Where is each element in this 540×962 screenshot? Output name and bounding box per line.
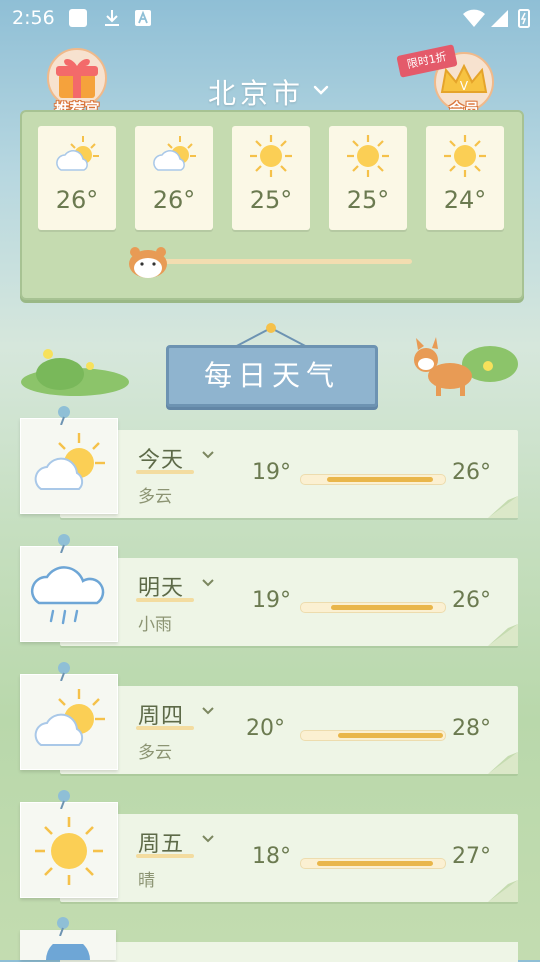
- hourly-temp: 25°: [249, 186, 293, 214]
- day-card: [60, 686, 518, 774]
- chevron-down-icon[interactable]: [202, 450, 214, 459]
- temp-range-fill: [338, 733, 443, 738]
- day-low-temp: 19°: [252, 460, 291, 485]
- chevron-down-icon[interactable]: [313, 84, 329, 96]
- day-row[interactable]: 明天 小雨 19° 26°: [20, 534, 518, 646]
- cellular-signal-icon: [490, 8, 510, 28]
- day-icon-frame: [20, 406, 118, 514]
- day-icon-frame: [20, 662, 118, 770]
- rain-cloud-icon: [46, 944, 90, 960]
- hourly-scroll-track[interactable]: [150, 259, 412, 264]
- chevron-down-icon[interactable]: [202, 706, 214, 715]
- day-name-underline: [136, 470, 194, 474]
- wifi-icon: [462, 8, 486, 28]
- day-icon-frame: [20, 790, 118, 898]
- day-name-underline: [136, 598, 194, 602]
- sun-icon: [444, 135, 486, 177]
- battery-icon: [518, 8, 530, 28]
- status-bar: 2:56: [0, 0, 540, 36]
- hourly-card[interactable]: 24°: [426, 126, 504, 230]
- hourly-temp: 25°: [346, 186, 390, 214]
- hourly-forecast-panel: 26° 26° 25° 25° 24°: [20, 110, 524, 300]
- hourly-card[interactable]: 25°: [329, 126, 407, 230]
- rain-cloud-icon: [30, 566, 105, 625]
- temp-range-bar: [300, 730, 446, 741]
- day-icon-frame: [20, 534, 118, 642]
- day-row[interactable]: 周四 多云 20° 28°: [20, 662, 518, 774]
- pin-icon: [58, 790, 70, 809]
- font-icon: [134, 8, 154, 28]
- partly-cloudy-icon: [56, 136, 99, 171]
- sun-icon: [347, 135, 389, 177]
- pin-icon: [58, 534, 70, 553]
- day-icon-frame: [20, 917, 116, 960]
- corgi-dog-decoration-icon: [414, 337, 518, 396]
- day-name-underline: [136, 726, 194, 730]
- hamster-scroll-handle-icon[interactable]: [126, 244, 170, 280]
- day-high-temp: 26°: [452, 588, 491, 613]
- day-low-temp: 18°: [252, 844, 291, 869]
- day-row[interactable]: 今天 多云 19° 26°: [20, 406, 518, 518]
- temp-range-fill: [331, 605, 434, 610]
- temp-range-bar: [300, 858, 446, 869]
- app-notification-icon: [68, 8, 88, 28]
- page-curl-icon: [488, 880, 518, 902]
- pin-icon: [58, 662, 70, 681]
- day-low-temp: 19°: [252, 588, 291, 613]
- status-time: 2:56: [12, 7, 55, 29]
- temp-range-bar: [300, 474, 446, 485]
- flower-bush-decoration-icon: [21, 349, 129, 396]
- temp-range-bar: [300, 602, 446, 613]
- page-curl-icon: [488, 624, 518, 646]
- sun-icon: [250, 135, 292, 177]
- temp-range-fill: [326, 477, 434, 482]
- day-row[interactable]: 周五 晴 18° 27°: [20, 790, 518, 902]
- day-high-temp: 28°: [452, 716, 491, 741]
- svg-text:V: V: [460, 79, 469, 93]
- hourly-card[interactable]: 26°: [135, 126, 213, 230]
- hourly-card[interactable]: 26°: [38, 126, 116, 230]
- hourly-temp: 24°: [443, 186, 487, 214]
- day-card: [60, 942, 518, 962]
- partly-cloudy-icon: [34, 689, 105, 746]
- sun-icon: [35, 817, 103, 885]
- chevron-down-icon[interactable]: [202, 578, 214, 587]
- chevron-down-icon[interactable]: [202, 834, 214, 843]
- partly-cloudy-icon: [34, 433, 105, 490]
- temp-range-fill: [317, 861, 434, 866]
- day-low-temp: 20°: [246, 716, 285, 741]
- download-icon: [102, 8, 122, 28]
- day-high-temp: 26°: [452, 460, 491, 485]
- page-curl-icon: [488, 496, 518, 518]
- page-curl-icon: [488, 752, 518, 774]
- day-row-partial[interactable]: [20, 917, 518, 962]
- day-condition: 小雨: [138, 615, 172, 635]
- day-high-temp: 27°: [452, 844, 491, 869]
- city-selector[interactable]: 北京市: [208, 72, 304, 112]
- hourly-temp: 26°: [55, 186, 99, 214]
- pin-icon: [57, 917, 69, 936]
- day-condition: 多云: [138, 743, 172, 763]
- daily-weather-title: 每日天气: [166, 345, 378, 407]
- pin-icon: [58, 406, 70, 425]
- hourly-card[interactable]: 25°: [232, 126, 310, 230]
- day-name-underline: [136, 854, 194, 858]
- day-condition: 多云: [138, 487, 172, 507]
- hourly-temp: 26°: [152, 186, 196, 214]
- day-condition: 晴: [138, 871, 155, 891]
- partly-cloudy-icon: [153, 136, 196, 171]
